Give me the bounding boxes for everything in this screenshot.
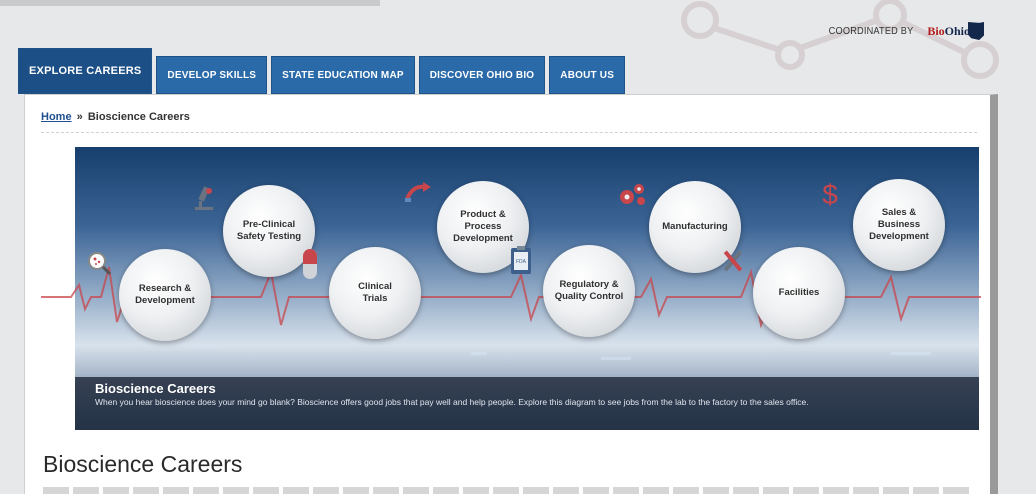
breadcrumb: Home » Bioscience Careers <box>41 111 190 123</box>
clipboard-label: FDA <box>516 259 527 265</box>
logo-part-ohio: Ohio <box>944 23 970 38</box>
tab-develop-skills[interactable]: DEVELOP SKILLS <box>156 56 268 94</box>
career-label: Manufacturing <box>662 221 728 233</box>
career-regulatory-quality-control[interactable]: FDA Regulatory & Quality Control <box>511 245 635 337</box>
tab-discover-ohio-bio[interactable]: DISCOVER OHIO BIO <box>418 56 546 94</box>
tab-explore-careers[interactable]: EXPLORE CAREERS <box>18 48 153 94</box>
molecule-background-decoration <box>640 0 1036 95</box>
microscope-icon <box>195 186 213 210</box>
career-sales-business-development[interactable]: $ Sales & Business Development <box>822 179 945 271</box>
dollar-icon: $ <box>822 179 838 210</box>
bioohio-logo[interactable]: Bio Ohio <box>927 22 984 40</box>
diagram-caption: Bioscience Careers When you hear bioscie… <box>75 377 979 430</box>
career-label: Sales & Business Development <box>869 207 929 242</box>
career-clinical-trials[interactable]: Clinical Trials <box>303 247 421 339</box>
breadcrumb-separator: » <box>76 111 83 123</box>
ohio-state-icon <box>968 22 984 40</box>
career-label: Clinical Trials <box>358 281 392 304</box>
arrow-up-icon <box>405 182 431 202</box>
career-label: Regulatory & Quality Control <box>554 279 624 302</box>
career-label: Product & Process Development <box>453 209 513 244</box>
tab-about-us[interactable]: ABOUT US <box>549 56 626 94</box>
page-title: Bioscience Careers <box>43 451 243 477</box>
caption-title: Bioscience Careers <box>95 381 216 396</box>
caption-text: When you hear bioscience does your mind … <box>95 397 809 407</box>
breadcrumb-current: Bioscience Careers <box>87 111 190 123</box>
gears-icon <box>620 184 645 205</box>
magnifier-icon <box>88 252 112 276</box>
career-research-development[interactable]: Research & Development <box>88 249 211 341</box>
breadcrumb-divider <box>41 132 977 133</box>
coordinated-by-label: COORDINATED BY <box>828 25 914 37</box>
clipboard-icon: FDA <box>511 246 531 274</box>
career-label: Pre-Clinical Safety Testing <box>236 219 302 242</box>
coordinated-by: COORDINATED BY Bio Ohio <box>825 22 984 40</box>
career-label: Facilities <box>778 287 820 299</box>
career-facilities[interactable]: Facilities <box>723 247 845 339</box>
top-banner-strip <box>0 0 380 6</box>
intro-paragraph-cutoff <box>43 487 973 494</box>
breadcrumb-home-link[interactable]: Home <box>41 111 72 123</box>
main-content: Home » Bioscience Careers Research & Dev… <box>24 94 998 494</box>
capsule-icon <box>303 249 317 279</box>
main-navigation: EXPLORE CAREERS DEVELOP SKILLS STATE EDU… <box>18 48 626 94</box>
career-label: Research & Development <box>135 283 195 306</box>
svg-text:$: $ <box>822 179 838 210</box>
tools-icon <box>723 250 743 272</box>
tab-state-education-map[interactable]: STATE EDUCATION MAP <box>271 56 415 94</box>
logo-part-bio: Bio <box>927 23 945 38</box>
